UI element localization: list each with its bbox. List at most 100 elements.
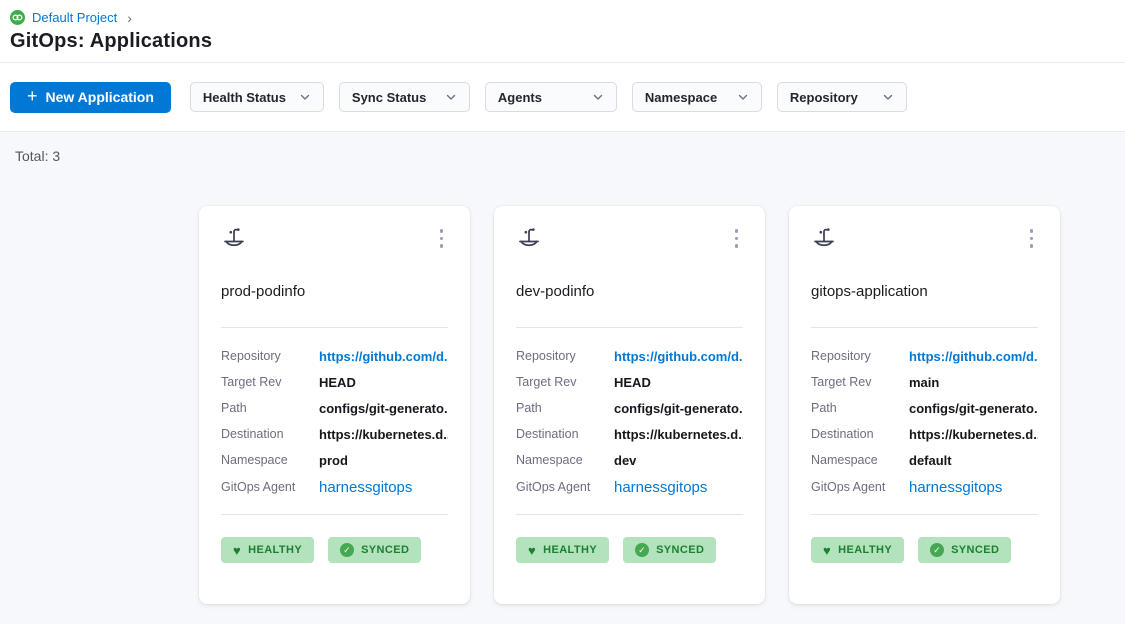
card-fields: Repository https://github.com/d... Targe… xyxy=(516,343,743,501)
filter-toolbar: + New Application Health Status Sync Sta… xyxy=(0,63,1125,132)
gitops-agent-link[interactable]: harnessgitops xyxy=(909,479,1002,496)
field-label: Target Rev xyxy=(221,375,319,389)
total-count-label: Total: 3 xyxy=(0,132,1125,164)
field-label: GitOps Agent xyxy=(221,480,319,494)
field-row-destination: Destination https://kubernetes.d... xyxy=(811,421,1038,447)
field-row-destination: Destination https://kubernetes.d... xyxy=(221,421,448,447)
breadcrumb: Default Project › xyxy=(10,9,1125,26)
check-circle-icon: ✓ xyxy=(635,543,649,557)
chevron-down-icon xyxy=(445,91,457,103)
health-status-label: HEALTHY xyxy=(248,544,302,556)
application-card[interactable]: dev-podinfo Repository https://github.co… xyxy=(494,206,765,604)
field-row-target-rev: Target Rev HEAD xyxy=(221,369,448,395)
field-label: Namespace xyxy=(516,453,614,467)
status-badges: ♥ HEALTHY ✓ SYNCED xyxy=(516,537,743,563)
application-card[interactable]: prod-podinfo Repository https://github.c… xyxy=(199,206,470,604)
field-value: https://kubernetes.d... xyxy=(909,427,1038,442)
field-value: configs/git-generato... xyxy=(614,401,743,416)
card-menu-button[interactable] xyxy=(730,226,744,251)
filter-label: Namespace xyxy=(645,90,717,105)
field-row-gitops-agent: GitOps Agent harnessgitops xyxy=(221,473,448,501)
health-status-badge: ♥ HEALTHY xyxy=(811,537,904,563)
filter-dropdown-namespace[interactable]: Namespace xyxy=(632,82,762,112)
field-row-repository: Repository https://github.com/d... xyxy=(811,343,1038,369)
field-label: Target Rev xyxy=(516,375,614,389)
filter-label: Sync Status xyxy=(352,90,426,105)
sync-status-label: SYNCED xyxy=(951,544,999,556)
field-label: Destination xyxy=(221,427,319,441)
divider xyxy=(811,327,1038,328)
status-badges: ♥ HEALTHY ✓ SYNCED xyxy=(221,537,448,563)
card-header xyxy=(516,226,743,252)
repository-link[interactable]: https://github.com/d... xyxy=(319,349,448,364)
health-status-badge: ♥ HEALTHY xyxy=(516,537,609,563)
field-row-target-rev: Target Rev main xyxy=(811,369,1038,395)
field-row-namespace: Namespace dev xyxy=(516,447,743,473)
cards-row: prod-podinfo Repository https://github.c… xyxy=(199,206,1125,604)
check-circle-icon: ✓ xyxy=(340,543,354,557)
divider xyxy=(516,514,743,515)
filter-dropdown-health-status[interactable]: Health Status xyxy=(190,82,324,112)
repository-link[interactable]: https://github.com/d... xyxy=(614,349,743,364)
card-menu-button[interactable] xyxy=(435,226,449,251)
field-row-gitops-agent: GitOps Agent harnessgitops xyxy=(516,473,743,501)
applications-content: Total: 3 prod-podinfo Repository https:/… xyxy=(0,132,1125,624)
repository-link[interactable]: https://github.com/d... xyxy=(909,349,1038,364)
field-label: GitOps Agent xyxy=(516,480,614,494)
field-label: Repository xyxy=(221,349,319,363)
sync-status-label: SYNCED xyxy=(361,544,409,556)
sync-status-badge: ✓ SYNCED xyxy=(623,537,716,563)
chevron-down-icon xyxy=(737,91,749,103)
field-label: Repository xyxy=(516,349,614,363)
divider xyxy=(221,514,448,515)
divider xyxy=(811,514,1038,515)
application-name: prod-podinfo xyxy=(221,283,448,300)
field-row-destination: Destination https://kubernetes.d... xyxy=(516,421,743,447)
gitops-application-icon xyxy=(516,226,542,252)
field-label: Repository xyxy=(811,349,909,363)
field-row-namespace: Namespace default xyxy=(811,447,1038,473)
field-value: configs/git-generato... xyxy=(909,401,1038,416)
breadcrumb-project-link[interactable]: Default Project xyxy=(32,10,117,25)
card-menu-button[interactable] xyxy=(1025,226,1039,251)
gitops-agent-link[interactable]: harnessgitops xyxy=(319,479,412,496)
new-application-label: New Application xyxy=(46,89,154,105)
status-badges: ♥ HEALTHY ✓ SYNCED xyxy=(811,537,1038,563)
field-label: Namespace xyxy=(221,453,319,467)
field-label: GitOps Agent xyxy=(811,480,909,494)
filter-dropdown-sync-status[interactable]: Sync Status xyxy=(339,82,470,112)
heart-icon: ♥ xyxy=(823,544,831,557)
chevron-right-icon: › xyxy=(124,11,132,25)
field-label: Path xyxy=(811,401,909,415)
filter-dropdown-agents[interactable]: Agents xyxy=(485,82,617,112)
card-header xyxy=(221,226,448,252)
heart-icon: ♥ xyxy=(233,544,241,557)
new-application-button[interactable]: + New Application xyxy=(10,82,171,113)
health-status-label: HEALTHY xyxy=(543,544,597,556)
application-card[interactable]: gitops-application Repository https://gi… xyxy=(789,206,1060,604)
sync-status-label: SYNCED xyxy=(656,544,704,556)
field-label: Target Rev xyxy=(811,375,909,389)
chevron-down-icon xyxy=(882,91,894,103)
filter-label: Agents xyxy=(498,90,542,105)
filter-dropdown-repository[interactable]: Repository xyxy=(777,82,907,112)
application-name: gitops-application xyxy=(811,283,1038,300)
project-icon xyxy=(10,10,25,25)
field-row-path: Path configs/git-generato... xyxy=(811,395,1038,421)
field-row-repository: Repository https://github.com/d... xyxy=(221,343,448,369)
health-status-badge: ♥ HEALTHY xyxy=(221,537,314,563)
card-fields: Repository https://github.com/d... Targe… xyxy=(221,343,448,501)
gitops-agent-link[interactable]: harnessgitops xyxy=(614,479,707,496)
health-status-label: HEALTHY xyxy=(838,544,892,556)
field-row-target-rev: Target Rev HEAD xyxy=(516,369,743,395)
field-value: https://kubernetes.d... xyxy=(319,427,448,442)
check-circle-icon: ✓ xyxy=(930,543,944,557)
heart-icon: ♥ xyxy=(528,544,536,557)
field-row-path: Path configs/git-generato... xyxy=(221,395,448,421)
field-value: HEAD xyxy=(319,375,356,390)
field-label: Path xyxy=(516,401,614,415)
gitops-application-icon xyxy=(221,226,247,252)
field-value: main xyxy=(909,375,939,390)
application-name: dev-podinfo xyxy=(516,283,743,300)
field-row-namespace: Namespace prod xyxy=(221,447,448,473)
